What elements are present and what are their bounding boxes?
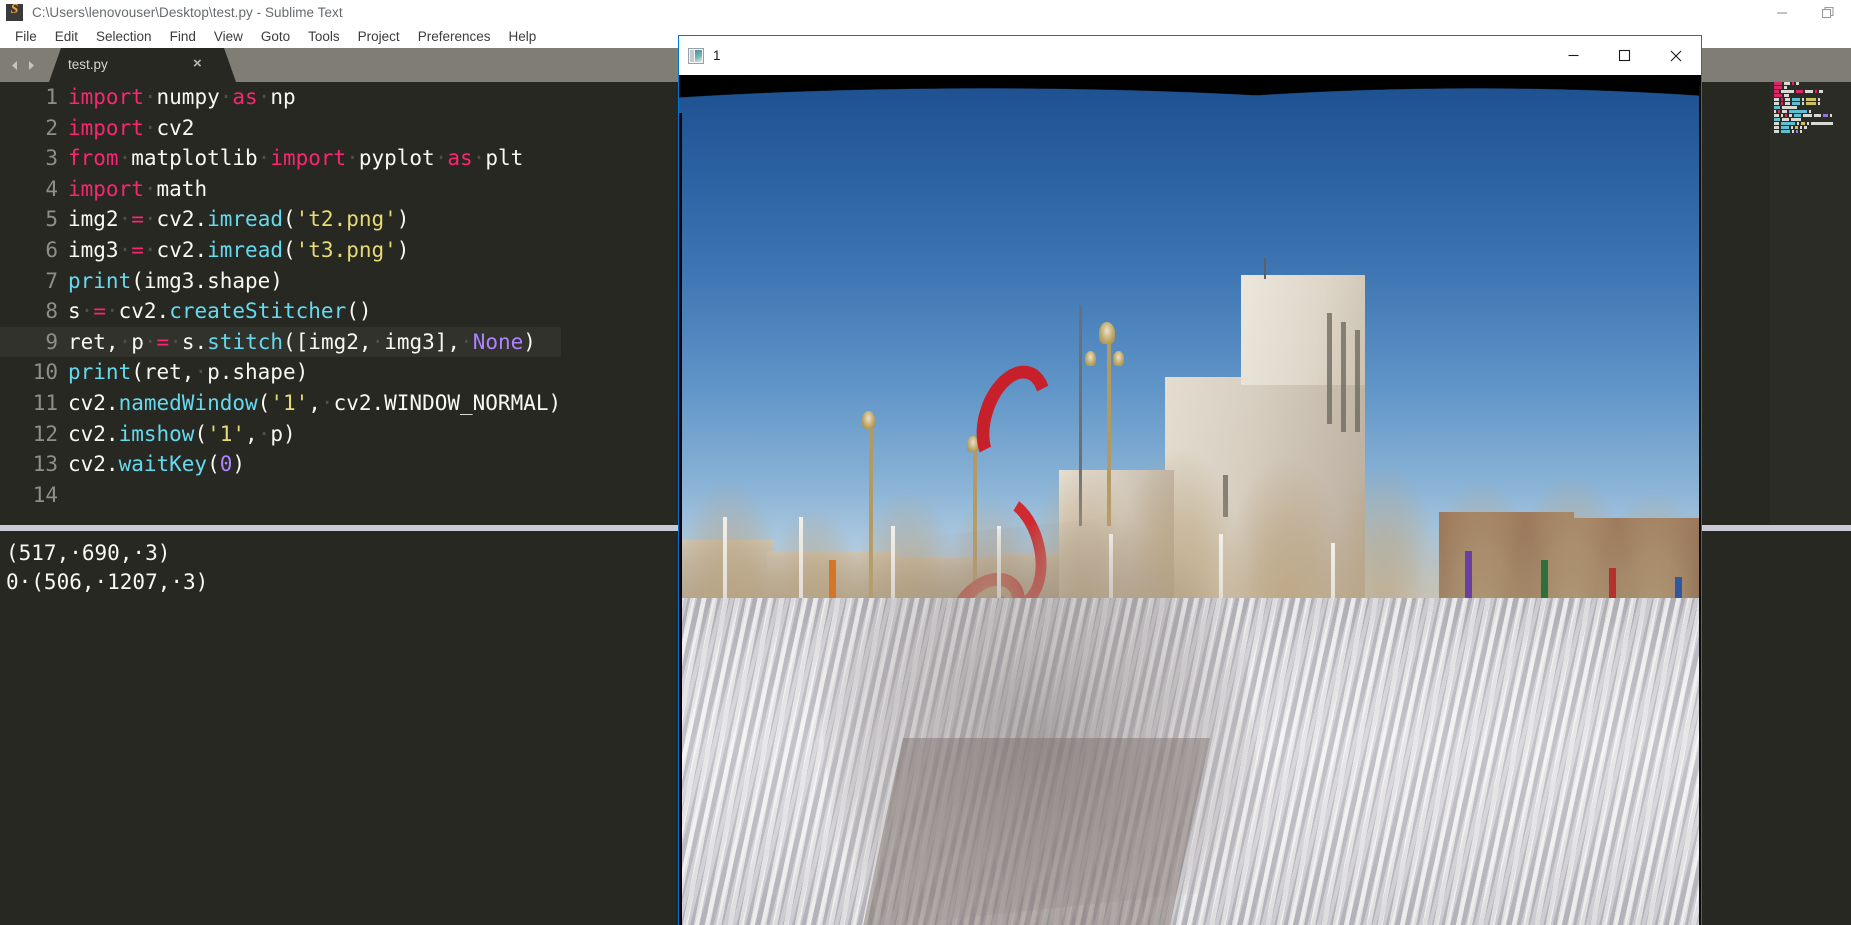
minimize-button[interactable] (1759, 0, 1805, 25)
line-number-5: 5 (45, 207, 58, 232)
stitch-border-left (679, 113, 682, 925)
maximize-button[interactable] (1599, 36, 1650, 75)
code-text: import·math (68, 176, 208, 201)
menu-item-help[interactable]: Help (500, 27, 546, 47)
code-line-12[interactable]: 12 cv2.imshow('1',·p) (0, 419, 561, 450)
sublime-window-controls (1759, 0, 1851, 25)
menu-item-find[interactable]: Find (161, 27, 205, 47)
code-line-5[interactable]: 5 img2·=·cv2.imread('t2.png') (0, 204, 561, 235)
minimap-row-14 (1774, 134, 1851, 138)
code-text: s·=·cv2.createStitcher() (68, 299, 372, 324)
line-number-14: 14 (32, 482, 58, 507)
opencv-window-title: 1 (713, 48, 721, 63)
opencv-image-window: 1 (678, 35, 1702, 925)
code-line-3[interactable]: 3 from·matplotlib·import·pyplot·as·plt (0, 143, 561, 174)
code-text: img3·=·cv2.imread('t3.png') (68, 237, 410, 262)
line-number-6: 6 (45, 237, 58, 262)
code-text: cv2.waitKey(0) (68, 452, 246, 477)
menu-item-selection[interactable]: Selection (87, 27, 161, 47)
code-line-13[interactable]: 13 cv2.waitKey(0) (0, 449, 561, 480)
code-text: import·cv2 (68, 115, 195, 140)
line-number-11: 11 (32, 390, 58, 415)
line-number-1: 1 (45, 85, 58, 109)
menu-item-edit[interactable]: Edit (46, 27, 87, 47)
image-preview-icon (688, 47, 704, 64)
opencv-window-controls (1548, 36, 1701, 75)
sublime-minimap[interactable] (1770, 82, 1851, 525)
ground-shadow (803, 504, 1271, 925)
code-text: print(ret,·p.shape) (68, 360, 309, 385)
stitched-panorama-image[interactable] (679, 75, 1701, 925)
code-line-8[interactable]: 8 s·=·cv2.createStitcher() (0, 296, 561, 327)
code-line-14[interactable]: 14 (0, 480, 561, 511)
stitch-border-top (679, 75, 1701, 127)
code-text: from·matplotlib·import·pyplot·as·plt (68, 146, 524, 171)
code-line-2[interactable]: 2 import·cv2 (0, 113, 561, 144)
panorama-content (679, 75, 1701, 925)
line-number-13: 13 (32, 452, 58, 477)
chevron-left-icon[interactable] (8, 59, 21, 72)
tab-close-icon[interactable]: × (193, 56, 202, 72)
building-antenna (1264, 257, 1266, 279)
code-content[interactable]: 1 import·numpy·as·np 2 import·cv2 3 from·matp… (0, 82, 562, 511)
code-text: cv2.namedWindow('1',·cv2.WINDOW_NORMAL) (68, 390, 562, 415)
stitch-border-right (1699, 85, 1701, 925)
restore-button[interactable] (1805, 0, 1851, 25)
line-number-3: 3 (45, 146, 58, 171)
tab-label: test.py (68, 57, 108, 72)
menu-item-goto[interactable]: Goto (252, 27, 299, 47)
lamp-head-center (1099, 321, 1115, 344)
menu-item-tools[interactable]: Tools (299, 27, 349, 47)
menu-item-view[interactable]: View (205, 27, 252, 47)
line-number-7: 7 (45, 268, 58, 293)
main-building-upper (1241, 274, 1365, 386)
line-number-9: 9 (45, 329, 58, 354)
line-number-8: 8 (45, 299, 58, 324)
code-line-11[interactable]: 11 cv2.namedWindow('1',·cv2.WINDOW_NORMAL… (0, 388, 561, 419)
code-text: import·numpy·as·np (68, 85, 296, 109)
sublime-window-title: C:\Users\lenovouser\Desktop\test.py - Su… (32, 5, 343, 20)
tab-nav-arrows (8, 48, 38, 82)
sublime-titlebar[interactable]: C:\Users\lenovouser\Desktop\test.py - Su… (0, 0, 1851, 25)
line-number-2: 2 (45, 115, 58, 140)
code-line-10[interactable]: 10 print(ret,·p.shape) (0, 357, 561, 388)
code-line-4[interactable]: 4 import·math (0, 174, 561, 205)
code-line-7[interactable]: 7 print(img3.shape) (0, 266, 561, 297)
line-number-10: 10 (32, 360, 58, 385)
minimize-button[interactable] (1548, 36, 1599, 75)
code-line-1[interactable]: 1 import·numpy·as·np (0, 82, 561, 113)
code-line-9[interactable]: 9 ret,·p·=·s.stitch([img2,·img3],·None) (0, 326, 562, 358)
code-text: cv2.imshow('1',·p) (68, 421, 296, 446)
code-text: print(img3.shape) (68, 268, 283, 293)
code-text: ret,·p·=·s.stitch([img2,·img3],·None) (68, 329, 536, 354)
menu-item-file[interactable]: File (6, 27, 46, 47)
code-line-6[interactable]: 6 img3·=·cv2.imread('t3.png') (0, 235, 561, 266)
sublime-logo-icon (6, 2, 23, 21)
code-text: img2·=·cv2.imread('t2.png') (68, 207, 410, 232)
menu-item-preferences[interactable]: Preferences (409, 27, 500, 47)
line-number-12: 12 (32, 421, 58, 446)
close-button[interactable] (1650, 36, 1701, 75)
menu-item-project[interactable]: Project (349, 27, 409, 47)
chevron-right-icon[interactable] (25, 59, 38, 72)
opencv-titlebar[interactable]: 1 (679, 36, 1701, 75)
line-number-4: 4 (45, 176, 58, 201)
